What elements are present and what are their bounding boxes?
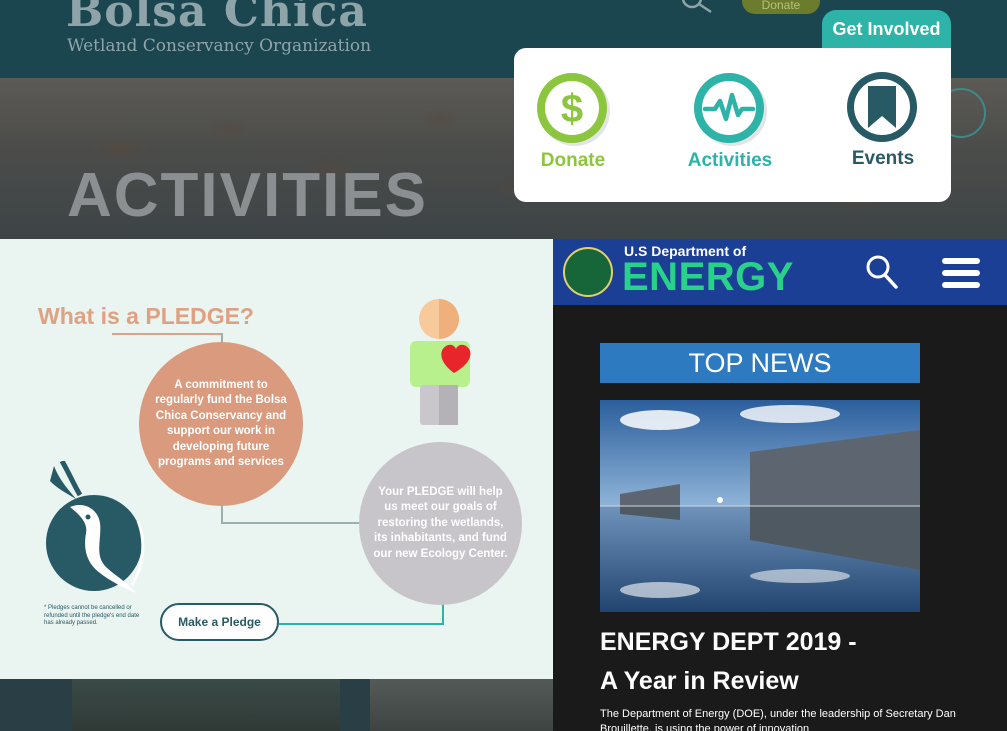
gallery-photo[interactable] bbox=[370, 679, 553, 731]
search-icon[interactable] bbox=[865, 254, 899, 290]
header-donate-button[interactable]: Donate bbox=[742, 0, 820, 14]
site-logo[interactable]: Bolsa Chica bbox=[66, 0, 368, 37]
bookmark-icon bbox=[847, 72, 917, 142]
news-headline-line2: A Year in Review bbox=[600, 667, 799, 695]
screenshot: Bolsa Chica Wetland Conservancy Organiza… bbox=[0, 0, 1007, 731]
events-label: Events bbox=[851, 148, 915, 169]
doe-mobile-page: U.S Department of ENERGY TOP NEWS ENERGY… bbox=[553, 239, 1007, 731]
pledge-footnote: * Pledges cannot be cancelled or refunde… bbox=[44, 605, 140, 626]
connector-line bbox=[279, 623, 444, 625]
site-logo-subtitle: Wetland Conservancy Organization bbox=[67, 36, 372, 56]
doe-seal-icon[interactable] bbox=[563, 247, 613, 297]
dollar-icon: $ bbox=[537, 73, 610, 146]
bird-logo-illustration bbox=[46, 461, 145, 593]
pledge-title: What is a PLEDGE? bbox=[38, 303, 254, 329]
get-involved-events[interactable]: Events bbox=[828, 70, 938, 170]
page-title: ACTIVITIES bbox=[67, 161, 429, 230]
pledge-commitment-text: A commitment to regularly fund the Bolsa… bbox=[155, 378, 287, 469]
doe-title-big[interactable]: ENERGY bbox=[622, 255, 794, 300]
search-icon[interactable] bbox=[680, 0, 714, 16]
connector-line bbox=[221, 505, 223, 523]
connector-line bbox=[442, 603, 444, 625]
get-involved-tab[interactable]: Get Involved bbox=[822, 10, 951, 50]
gallery-strip bbox=[0, 679, 553, 731]
news-headline[interactable]: ENERGY DEPT 2019 - A Year in Review bbox=[600, 623, 960, 701]
activities-label: Activities bbox=[687, 150, 773, 171]
pulse-icon bbox=[694, 73, 767, 146]
pledge-commitment-circle: A commitment to regularly fund the Bolsa… bbox=[139, 342, 303, 506]
get-involved-donate[interactable]: $ Donate bbox=[518, 70, 628, 172]
person-heart-illustration bbox=[410, 299, 471, 425]
svg-text:$: $ bbox=[561, 87, 583, 131]
news-photo[interactable] bbox=[600, 400, 920, 612]
pledge-goals-circle: Your PLEDGE will help us meet our goals … bbox=[359, 442, 522, 605]
top-news-heading: TOP NEWS bbox=[600, 343, 920, 383]
doe-header-bar: U.S Department of ENERGY bbox=[553, 239, 1007, 305]
news-summary: The Department of Energy (DOE), under th… bbox=[600, 708, 956, 731]
pledge-infographic: What is a PLEDGE? A commitment to regula… bbox=[0, 239, 553, 679]
get-involved-menu: $ Donate Activities Events bbox=[514, 48, 951, 202]
gallery-photo[interactable] bbox=[72, 679, 340, 731]
get-involved-activities[interactable]: Activities bbox=[675, 70, 785, 172]
pledge-title-underline bbox=[112, 333, 222, 335]
connector-line bbox=[221, 522, 361, 524]
pledge-goals-text: Your PLEDGE will help us meet our goals … bbox=[373, 485, 508, 560]
news-headline-line1: ENERGY DEPT 2019 - bbox=[600, 628, 857, 656]
make-a-pledge-button[interactable]: Make a Pledge bbox=[160, 603, 279, 641]
donate-label: Donate bbox=[540, 150, 606, 171]
hamburger-menu-icon[interactable] bbox=[942, 256, 980, 290]
